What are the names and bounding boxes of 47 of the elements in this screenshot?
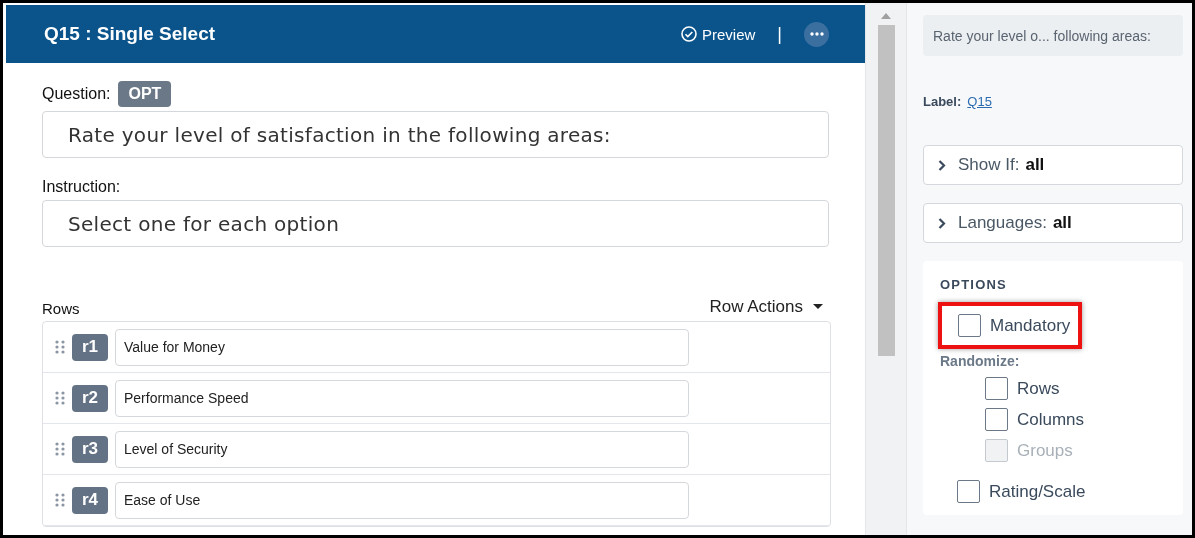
checkbox-square[interactable] — [985, 377, 1008, 400]
check-circle-icon — [680, 26, 697, 42]
instruction-field[interactable]: Select one for each option — [42, 200, 829, 247]
row-text-field[interactable]: Level of Security — [115, 430, 689, 468]
row-text-field[interactable]: Value for Money — [115, 328, 689, 366]
checkbox-square[interactable] — [985, 408, 1008, 431]
rating-scale-label: Rating/Scale — [989, 481, 1086, 502]
separator: | — [777, 23, 782, 45]
rows-label: Rows — [42, 300, 80, 317]
drag-handle-icon[interactable] — [55, 391, 65, 405]
row-code: r4 — [72, 486, 108, 514]
collapsible-section[interactable]: Languages: all — [923, 203, 1183, 243]
chevron-icon — [938, 217, 946, 229]
caret-icon — [813, 304, 823, 310]
chevron-icon — [938, 159, 946, 171]
mandatory-checkbox[interactable]: Mandatory — [958, 310, 1071, 341]
opt-badge: OPT — [118, 81, 172, 107]
label-key: Label: — [923, 94, 962, 109]
question-label: Question: — [42, 85, 111, 103]
randomize-label: Randomize: — [940, 353, 1021, 369]
more-icon — [809, 32, 824, 36]
drag-handle-icon[interactable] — [55, 442, 65, 456]
scroll-up-icon[interactable] — [881, 13, 891, 19]
row-text-field[interactable]: Performance Speed — [115, 379, 689, 417]
drag-handle-icon[interactable] — [55, 340, 65, 354]
row-code: r1 — [72, 333, 108, 361]
checkbox-square[interactable] — [958, 314, 981, 337]
collapsible-section[interactable]: Show If: all — [923, 145, 1183, 185]
question-field[interactable]: Rate your level of satisfaction in the following areas: — [42, 111, 829, 158]
question-title: Q15 : Single Select — [44, 23, 216, 45]
row-code: r3 — [72, 435, 108, 463]
drag-handle-icon[interactable] — [55, 493, 65, 507]
row-text-field[interactable]: Ease of Use — [115, 481, 689, 519]
checkbox-square[interactable] — [957, 480, 980, 503]
mandatory-label: Mandatory — [990, 315, 1071, 336]
preview-button[interactable]: Preview — [680, 25, 756, 43]
row-actions-button[interactable]: Row Actions — [709, 297, 829, 317]
checkbox-label: Columns — [1017, 409, 1085, 430]
checkbox-label: Groups — [1017, 440, 1073, 461]
options-heading: OPTIONS — [940, 277, 1008, 292]
more-button[interactable] — [804, 21, 829, 47]
row-code: r2 — [72, 384, 108, 412]
checkbox-label: Rows — [1017, 378, 1060, 399]
question-summary: Rate your level o... following areas: — [923, 15, 1183, 56]
scroll-thumb[interactable] — [877, 25, 895, 356]
label-link[interactable]: Q15 — [967, 94, 992, 109]
instruction-label: Instruction: — [42, 178, 122, 196]
